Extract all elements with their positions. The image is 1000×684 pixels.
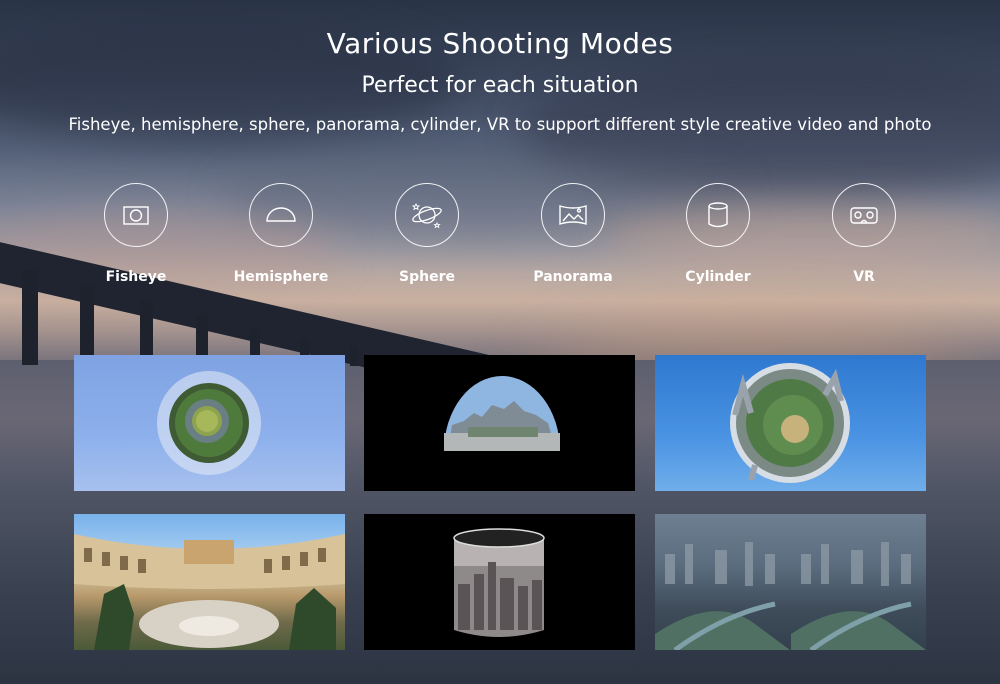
page-title: Various Shooting Modes [326,27,674,60]
mode-label: Cylinder [685,269,751,285]
sample-hemisphere-image [364,355,635,491]
vr-headset-icon [832,183,896,247]
mode-fisheye[interactable]: Fisheye [76,183,196,285]
mode-label: Panorama [533,269,613,285]
fisheye-icon [104,183,168,247]
sample-vr-image [655,514,926,650]
panorama-icon [541,183,605,247]
cylinder-icon [686,183,750,247]
page-subtitle: Perfect for each situation [361,73,639,98]
sample-fisheye-image [74,355,345,491]
mode-panorama[interactable]: Panorama [513,183,633,285]
hemisphere-icon [249,183,313,247]
page-description: Fisheye, hemisphere, sphere, panorama, c… [68,115,932,134]
mode-vr[interactable]: VR [804,183,924,285]
mode-label: Hemisphere [233,269,329,285]
mode-label: Sphere [399,269,455,285]
mode-label: VR [853,269,875,285]
mode-hemisphere[interactable]: Hemisphere [221,183,341,285]
sample-panorama-image [74,514,345,650]
mode-sphere[interactable]: Sphere [367,183,487,285]
mode-cylinder[interactable]: Cylinder [658,183,778,285]
sample-sphere-image [655,355,926,491]
sample-cylinder-image [364,514,635,650]
sphere-icon [395,183,459,247]
mode-label: Fisheye [105,269,167,285]
